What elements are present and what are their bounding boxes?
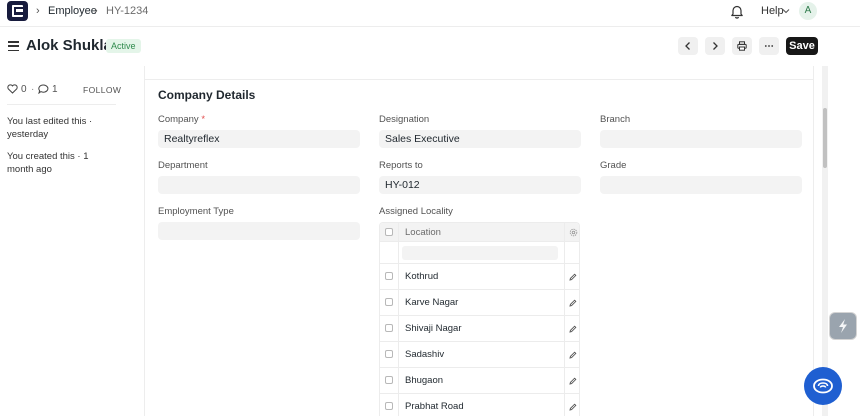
assigned-locality-label: Assigned Locality [379, 206, 453, 217]
select-all-checkbox[interactable] [385, 228, 393, 236]
chevron-right-icon: › [94, 5, 98, 17]
grade-label: Grade [600, 160, 627, 171]
table-row[interactable]: Karve Nagar [380, 290, 579, 316]
more-horizontal-icon [764, 45, 774, 47]
help-menu[interactable]: Help [761, 5, 784, 17]
table-filter-row [380, 242, 579, 264]
form-panel-border [813, 66, 814, 416]
lightning-icon [839, 319, 847, 333]
company-label: Company * [158, 114, 206, 125]
required-marker: * [201, 114, 206, 125]
table-row[interactable]: Kothrud [380, 264, 579, 290]
row-checkbox[interactable] [385, 324, 393, 332]
separator-dot: · [31, 84, 35, 95]
row-checkbox[interactable] [385, 272, 393, 280]
quick-action-button[interactable] [830, 313, 856, 339]
comment-count: 1 [52, 84, 58, 95]
employment-type-label: Employment Type [158, 206, 234, 217]
breadcrumb-record[interactable]: HY-1234 [106, 5, 148, 17]
gear-icon[interactable] [569, 228, 578, 237]
chat-widget-button[interactable] [804, 367, 842, 405]
previous-record-button[interactable] [678, 37, 698, 55]
app-logo[interactable] [7, 1, 28, 21]
column-header-location: Location [405, 227, 441, 238]
department-label: Department [158, 160, 208, 171]
location-cell[interactable]: Sadashiv [405, 349, 444, 360]
location-cell[interactable]: Kothrud [405, 271, 438, 282]
status-badge: Active [106, 39, 141, 53]
sidebar-divider [7, 104, 116, 105]
chat-bubble-icon [813, 378, 833, 394]
next-record-button[interactable] [705, 37, 725, 55]
top-navbar: › Employee › HY-1234 Help A [0, 0, 860, 24]
table-row[interactable]: Prabhat Road [380, 394, 579, 416]
row-checkbox[interactable] [385, 402, 393, 410]
employment-type-field[interactable] [158, 222, 360, 240]
follow-button[interactable]: FOLLOW [83, 85, 121, 95]
edit-icon[interactable] [569, 299, 577, 307]
row-checkbox[interactable] [385, 298, 393, 306]
assigned-locality-table: Location Kothrud Karve Nagar Shivaji Nag… [379, 222, 580, 416]
heart-icon[interactable] [7, 84, 18, 94]
branch-field[interactable] [600, 130, 802, 148]
location-cell[interactable]: Bhugaon [405, 375, 443, 386]
column-divider [398, 223, 399, 416]
more-actions-button[interactable] [759, 37, 779, 55]
section-title: Company Details [158, 88, 256, 102]
company-field[interactable]: Realtyreflex [158, 130, 360, 148]
column-divider [564, 223, 565, 416]
edit-icon[interactable] [569, 351, 577, 359]
designation-field[interactable]: Sales Executive [379, 130, 581, 148]
location-cell[interactable]: Shivaji Nagar [405, 323, 462, 334]
save-button[interactable]: Save [786, 37, 818, 55]
table-header: Location [380, 223, 579, 242]
edit-icon[interactable] [569, 273, 577, 281]
navbar-divider [0, 26, 860, 27]
chevron-right-icon [713, 42, 718, 50]
comment-icon[interactable] [38, 84, 49, 94]
printer-icon [737, 41, 747, 51]
department-field[interactable] [158, 176, 360, 194]
location-filter-input[interactable] [402, 246, 558, 260]
created-info: You created this · 1 month ago [7, 151, 89, 175]
reports-to-field[interactable]: HY-012 [379, 176, 581, 194]
form-panel-border [144, 79, 814, 80]
table-row[interactable]: Sadashiv [380, 342, 579, 368]
edit-icon[interactable] [569, 403, 577, 411]
row-checkbox[interactable] [385, 350, 393, 358]
form-panel-border [144, 66, 145, 416]
reports-to-label: Reports to [379, 160, 423, 171]
bell-icon[interactable] [730, 4, 744, 19]
avatar[interactable]: A [799, 2, 817, 20]
branch-label: Branch [600, 114, 631, 125]
sidebar-toggle-icon[interactable] [8, 41, 19, 52]
breadcrumb-employee[interactable]: Employee [48, 5, 97, 17]
last-edited-info: You last edited this · yesterday [7, 116, 93, 140]
row-checkbox[interactable] [385, 376, 393, 384]
page-title: Alok Shukla [26, 37, 112, 54]
chevron-right-icon: › [36, 5, 40, 17]
designation-label: Designation [379, 114, 430, 125]
edit-icon[interactable] [569, 325, 577, 333]
chevron-down-icon[interactable] [782, 8, 790, 14]
location-cell[interactable]: Karve Nagar [405, 297, 458, 308]
like-count: 0 [21, 84, 27, 95]
table-row[interactable]: Shivaji Nagar [380, 316, 579, 342]
location-cell[interactable]: Prabhat Road [405, 401, 464, 412]
grade-field[interactable] [600, 176, 802, 194]
chevron-left-icon [685, 42, 690, 50]
edit-icon[interactable] [569, 377, 577, 385]
print-button[interactable] [732, 37, 752, 55]
scrollbar-thumb[interactable] [823, 108, 827, 168]
table-row[interactable]: Bhugaon [380, 368, 579, 394]
